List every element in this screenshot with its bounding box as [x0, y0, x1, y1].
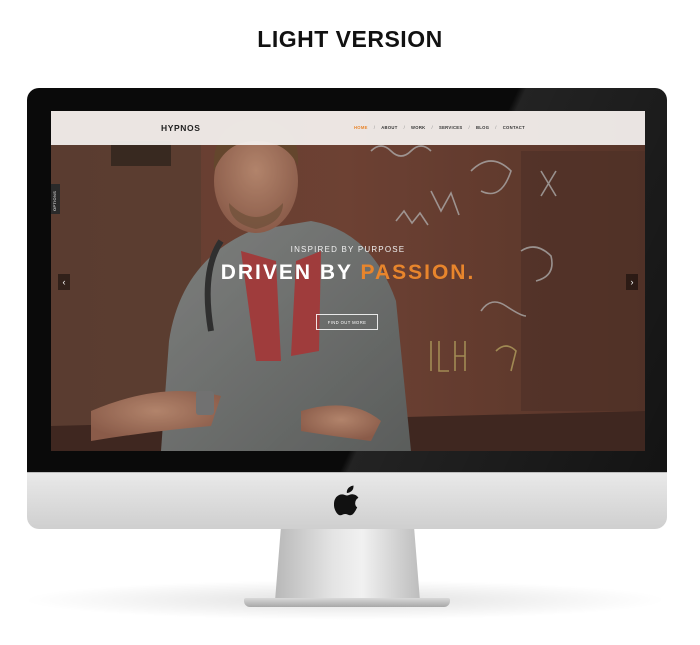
- main-nav: HOME / ABOUT / WORK / SERVICES / BLOG / …: [354, 125, 525, 130]
- nav-separator: /: [431, 125, 433, 130]
- nav-work[interactable]: WORK: [411, 125, 425, 130]
- nav-separator: /: [495, 125, 497, 130]
- nav-blog[interactable]: BLOG: [476, 125, 489, 130]
- nav-services[interactable]: SERVICES: [439, 125, 463, 130]
- page-heading: LIGHT VERSION: [257, 26, 443, 52]
- nav-home[interactable]: HOME: [354, 125, 368, 130]
- chevron-left-icon: ‹: [62, 277, 66, 287]
- nav-separator: /: [373, 125, 376, 130]
- imac-stand-base: [244, 598, 450, 607]
- nav-separator: /: [403, 125, 406, 130]
- options-tab-label: OPTIONS: [52, 190, 57, 211]
- find-out-more-button[interactable]: FIND OUT MORE: [316, 314, 378, 330]
- nav-contact[interactable]: CONTACT: [503, 125, 525, 130]
- hero-subtitle: INSPIRED BY PURPOSE: [290, 245, 406, 254]
- slider-next-button[interactable]: ›: [626, 274, 638, 290]
- site-navbar: HYPNOS HOME / ABOUT / WORK / SERVICES / …: [51, 111, 645, 145]
- nav-separator: /: [468, 125, 470, 130]
- page: LIGHT VERSION HYPNOS HOME / ABOUT / WORK…: [0, 0, 700, 645]
- hero-headline: DRIVEN BY PASSION.: [51, 261, 645, 285]
- apple-icon: [334, 485, 359, 516]
- options-tab[interactable]: OPTIONS: [51, 184, 60, 214]
- nav-about[interactable]: ABOUT: [381, 125, 397, 130]
- slider-prev-button[interactable]: ‹: [58, 274, 70, 290]
- website-screen: HYPNOS HOME / ABOUT / WORK / SERVICES / …: [51, 111, 645, 451]
- chevron-right-icon: ›: [630, 277, 634, 287]
- site-logo[interactable]: HYPNOS: [161, 123, 201, 133]
- hero-headline-main: DRIVEN BY: [220, 261, 361, 284]
- imac-stand-neck: [275, 529, 420, 601]
- hero-headline-accent: PASSION.: [360, 261, 476, 284]
